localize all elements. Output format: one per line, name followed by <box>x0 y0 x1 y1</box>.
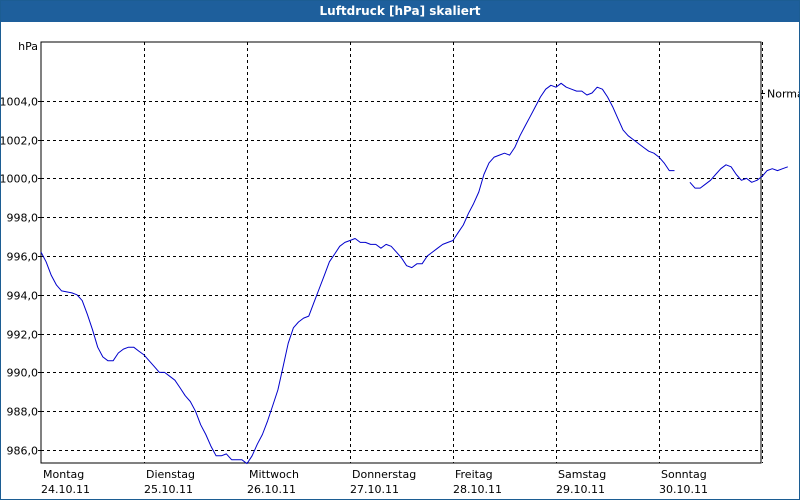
x-tick-date: 24.10.11 <box>41 483 90 496</box>
x-tick-day: Mittwoch <box>249 468 299 481</box>
x-tick-day: Dienstag <box>146 468 195 481</box>
y-tick-label: 1000,0 <box>1 173 38 186</box>
x-tick-date: 28.10.11 <box>453 483 502 496</box>
x-tick-date: 25.10.11 <box>144 483 193 496</box>
grid-layer <box>41 42 763 463</box>
chart-window: Luftdruck [hPa] skaliert 986,0 988,0 990,0… <box>0 0 800 500</box>
x-tick-date: 29.10.11 <box>556 483 605 496</box>
x-tick-date: 30.10.11 <box>659 483 708 496</box>
pressure-series-line <box>40 82 675 465</box>
y-tick-label: 988,0 <box>7 406 39 419</box>
y-tick-label: 986,0 <box>7 445 39 458</box>
y-tick-label: 992,0 <box>7 329 39 342</box>
x-tick-day: Montag <box>43 468 84 481</box>
y-tick-label: 996,0 <box>7 251 39 264</box>
x-tick-date: 27.10.11 <box>350 483 399 496</box>
y-tick-label: 990,0 <box>7 367 39 380</box>
y-tick-label: 1002,0 <box>1 135 38 148</box>
y-tick-label: 1004,0 <box>1 96 38 109</box>
x-tick-day: Donnerstag <box>352 468 416 481</box>
y-tick-label: 998,0 <box>7 212 39 225</box>
x-tick-day: Sonntag <box>661 468 707 481</box>
x-tick-date: 26.10.11 <box>247 483 296 496</box>
x-tick-day: Freitag <box>455 468 493 481</box>
axis-layer: 986,0 988,0 990,0 992,0 994,0 996,0 998,0 1000,… <box>1 40 799 496</box>
chart-title: Luftdruck [hPa] skaliert <box>1 1 799 22</box>
pressure-series-line <box>689 164 788 189</box>
y-axis-label: hPa <box>18 40 38 53</box>
plot-frame <box>40 41 762 464</box>
y-tick-label: 994,0 <box>7 290 39 303</box>
x-tick-day: Samstag <box>558 468 606 481</box>
normal-reference-label: Normal <box>767 88 799 101</box>
pressure-chart: 986,0 988,0 990,0 992,0 994,0 996,0 998,0 1000,… <box>1 40 799 496</box>
